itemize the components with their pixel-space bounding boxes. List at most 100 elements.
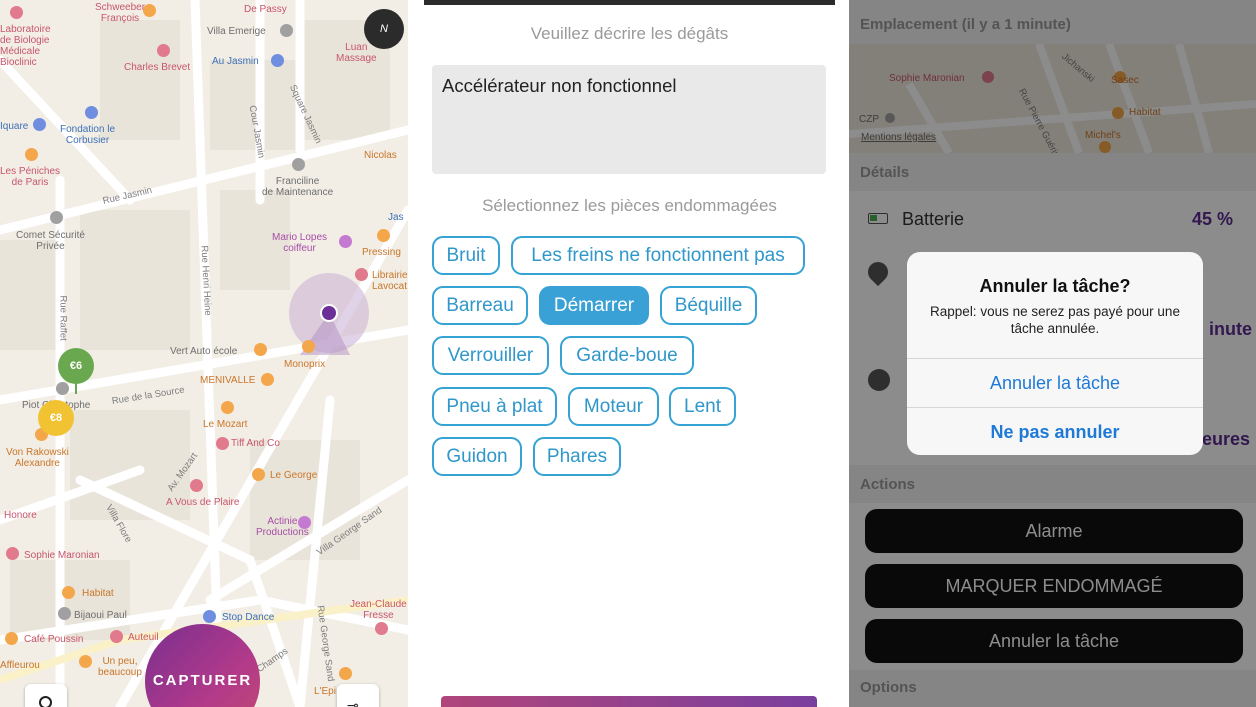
place-label: A Vous de Plaire — [166, 497, 240, 508]
part-tag-freins[interactable]: Les freins ne fonctionnent pas — [511, 236, 805, 275]
dialog-cancel-button[interactable]: Ne pas annuler — [907, 407, 1203, 455]
place-label: Stop Dance — [222, 612, 275, 623]
place-label: Librairie Lavocat — [372, 270, 408, 292]
dialog-message: Rappel: vous ne serez pas payé pour une … — [930, 304, 1180, 336]
place-label: Le Mozart — [203, 419, 248, 430]
poi-icon[interactable] — [110, 630, 123, 643]
place-label: Fondation le Corbusier — [60, 124, 116, 146]
place-label: Luan Massage — [336, 42, 377, 64]
poi-icon[interactable] — [339, 667, 352, 680]
place-label: Von Rakowski Alexandre — [6, 447, 69, 469]
place-label: Nicolas — [364, 150, 397, 161]
poi-icon[interactable] — [6, 547, 19, 560]
poi-icon[interactable] — [143, 4, 156, 17]
place-label: Jean-Claude Fresse — [350, 599, 407, 621]
cancel-task-dialog: Annuler la tâche? Rappel: vous ne serez … — [907, 252, 1203, 455]
describe-heading: Veuillez décrire les dégâts — [530, 24, 729, 43]
place-label: Café Poussin — [24, 634, 84, 645]
part-tag-guidon[interactable]: Guidon — [432, 437, 522, 476]
place-label: Auteuil — [128, 632, 159, 643]
poi-icon[interactable] — [221, 401, 234, 414]
part-tag-pneu-a-plat[interactable]: Pneu à plat — [432, 387, 557, 426]
place-label: Charles Brevet — [124, 62, 191, 73]
poi-icon[interactable] — [79, 655, 92, 668]
part-tag-bruit[interactable]: Bruit — [432, 236, 500, 275]
poi-icon[interactable] — [50, 211, 63, 224]
poi-icon[interactable] — [5, 632, 18, 645]
poi-icon[interactable] — [58, 607, 71, 620]
key-button[interactable]: ⊸ — [337, 684, 379, 707]
poi-icon[interactable] — [33, 118, 46, 131]
scooter-pin-icon[interactable]: €8 — [38, 400, 74, 436]
poi-icon[interactable] — [252, 468, 265, 481]
place-label: Habitat — [82, 588, 114, 599]
place-label: Affleurou — [0, 660, 40, 671]
place-label: Mario Lopes coiffeur — [272, 232, 328, 254]
poi-icon[interactable] — [261, 373, 274, 386]
poi-icon[interactable] — [25, 148, 38, 161]
part-tag-verrouiller[interactable]: Verrouiller — [432, 336, 549, 375]
place-label: Schweeber François — [95, 2, 146, 24]
place-label: MENIVALLE — [200, 375, 256, 386]
poi-icon[interactable] — [292, 158, 305, 171]
place-label: Comet Sécurité Privée — [16, 230, 85, 252]
part-tag-lent[interactable]: Lent — [669, 387, 736, 426]
compass-icon[interactable]: N — [364, 9, 404, 49]
pin-stem — [75, 382, 77, 394]
poi-icon[interactable] — [377, 229, 390, 242]
part-tag-bequille[interactable]: Béquille — [660, 286, 757, 325]
place-label: Pressing — [362, 247, 401, 258]
poi-icon[interactable] — [302, 340, 315, 353]
part-tag-moteur[interactable]: Moteur — [568, 387, 659, 426]
place-label: Les Péniches de Paris — [0, 166, 61, 188]
poi-icon[interactable] — [157, 44, 170, 57]
poi-icon[interactable] — [10, 6, 23, 19]
place-label: Jas — [388, 212, 404, 223]
place-label: Un peu, beaucoup — [98, 656, 142, 678]
dialog-title: Annuler la tâche? — [979, 276, 1131, 296]
top-bar — [424, 0, 835, 5]
poi-icon[interactable] — [62, 586, 75, 599]
poi-icon[interactable] — [190, 479, 203, 492]
place-label: L'Epi — [314, 686, 336, 697]
locate-button[interactable] — [25, 684, 67, 707]
place-label: Au Jasmin — [212, 56, 259, 67]
place-label: Laboratoire de Biologie Médicale Bioclinic — [0, 24, 51, 68]
poi-icon[interactable] — [375, 622, 388, 635]
place-label: Monoprix — [284, 359, 326, 370]
part-tag-phares[interactable]: Phares — [533, 437, 621, 476]
place-label: Iquare — [0, 121, 29, 132]
place-label: Franciline de Maintenance — [262, 176, 334, 198]
place-label: Villa Emerige — [207, 26, 266, 37]
place-label: Le George — [270, 470, 318, 481]
poi-icon[interactable] — [271, 54, 284, 67]
damage-description-input[interactable]: Accélérateur non fonctionnel — [432, 65, 826, 174]
key-icon: ⊸ — [347, 698, 359, 707]
poi-icon[interactable] — [298, 516, 311, 529]
map-panel[interactable]: Rue Jasmin Rue Raffet Rue Henri Heine Ru… — [0, 0, 408, 707]
place-label: Sophie Maronian — [24, 550, 100, 561]
poi-icon[interactable] — [203, 610, 216, 623]
street-label: Rue Raffet — [57, 295, 69, 341]
locate-icon — [39, 696, 52, 707]
task-detail-panel: Emplacement (il y a 1 minute) Sophie Mar… — [849, 0, 1256, 707]
place-label: Tiff And Co — [231, 438, 280, 449]
poi-icon[interactable] — [85, 106, 98, 119]
damage-report-panel: Veuillez décrire les dégâts Accélérateur… — [424, 0, 835, 707]
scooter-pin-icon[interactable]: €6 — [58, 348, 94, 384]
poi-icon[interactable] — [254, 343, 267, 356]
dialog-confirm-button[interactable]: Annuler la tâche — [907, 358, 1203, 407]
part-tag-garde-boue[interactable]: Garde-boue — [560, 336, 694, 375]
submit-button[interactable] — [441, 696, 817, 707]
poi-icon[interactable] — [216, 437, 229, 450]
part-tag-barreau[interactable]: Barreau — [432, 286, 528, 325]
poi-icon[interactable] — [339, 235, 352, 248]
place-label: Bijaoui Paul — [74, 610, 127, 621]
part-tag-demarrer[interactable]: Démarrer — [539, 286, 649, 325]
place-label: Vert Auto école — [170, 346, 238, 357]
poi-icon[interactable] — [280, 24, 293, 37]
place-label: Honore — [4, 510, 37, 521]
poi-icon[interactable] — [56, 382, 69, 395]
poi-icon[interactable] — [355, 268, 368, 281]
place-label: De Passy — [244, 4, 287, 15]
